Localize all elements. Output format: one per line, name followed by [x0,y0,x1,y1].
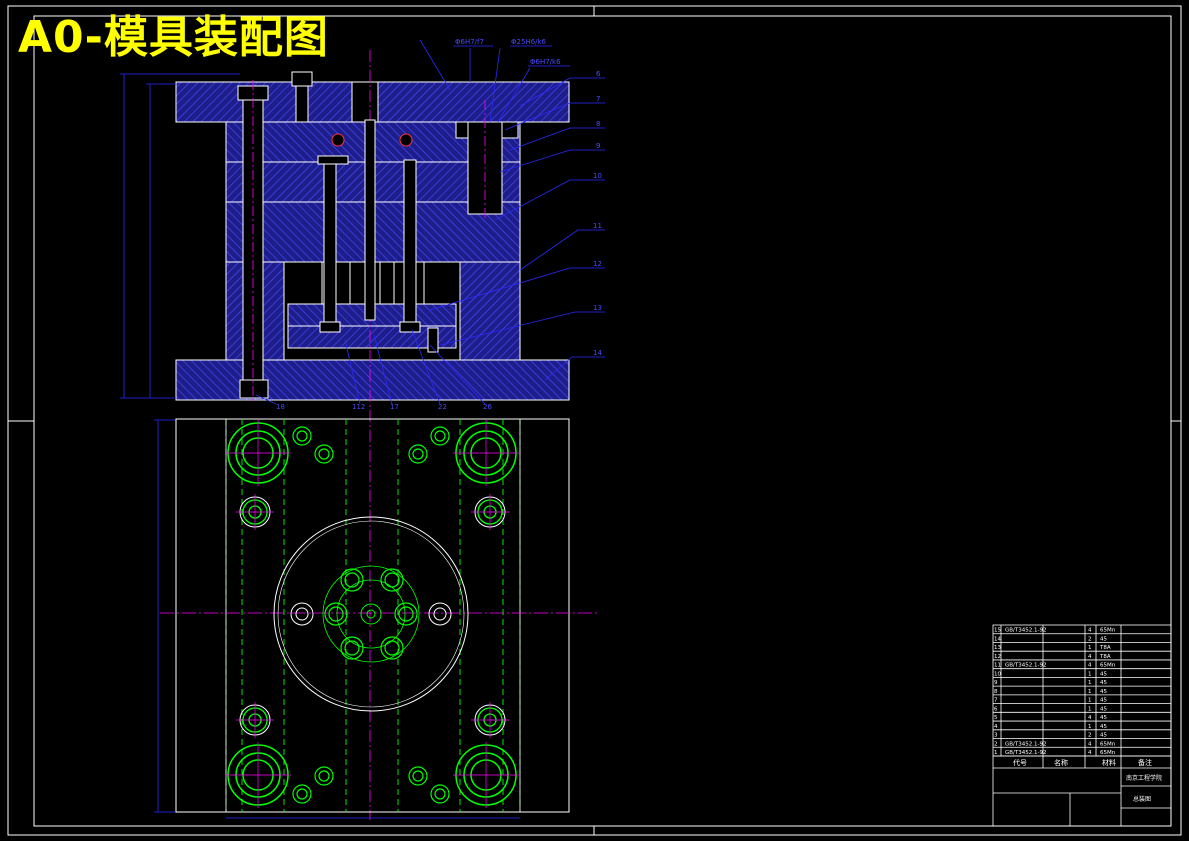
bom-row-qty: 4 [1088,654,1092,660]
bom-row-no: 11 [994,663,1001,669]
balloon-112: 112 [352,403,365,411]
bom-row-no: 9 [994,680,998,686]
bom-row-no: 13 [994,645,1001,651]
drawing-canvas: 15 GB/T3452.1-92 4 65Mn14 2 4513 1 T8A12 4 T8A11 G… [7,5,1182,836]
bom-row-material: T8A [1099,645,1111,651]
bottom-clamp-plate [175,359,570,401]
bom-row-material: 45 [1100,636,1107,642]
bom-row-qty: 1 [1088,671,1092,677]
bom-row-no: 5 [994,715,998,721]
balloons-right: 6 7 8 9 10 11 12 13 14 [593,70,602,357]
fit-label-2: Φ25H6/k6 [511,38,547,46]
bom-row-qty: 2 [1088,733,1092,739]
school-name: 南京工程学院 [1126,774,1162,782]
balloons-bottom: 18 112 17 22 26 [276,403,492,411]
bom-table: 15 GB/T3452.1-92 4 65Mn14 2 4513 1 T8A12 4 T8A11 G… [994,628,1162,803]
bom-row-qty: 4 [1088,628,1092,634]
bom-row-material: 45 [1100,733,1107,739]
bom-row-material: 45 [1100,706,1107,712]
bom-row-code: GB/T3452.1-92 [1005,741,1046,747]
bom-row-qty: 4 [1088,741,1092,747]
spacer-block-right [459,261,521,361]
bom-row-material: 45 [1100,698,1107,704]
bom-row-no: 12 [994,654,1001,660]
bom-row-code: GB/T3452.1-92 [1005,628,1046,634]
cavity-circle [273,516,469,712]
balloon-26: 26 [483,403,492,411]
bom-row-qty: 1 [1088,706,1092,712]
balloon-18: 18 [276,403,285,411]
bom-header-name: 名称 [1054,758,1068,767]
bom-header-material: 材料 [1102,758,1116,767]
bom-row-no: 2 [994,741,998,747]
bom-row-code: GB/T3452.1-92 [1005,663,1046,669]
bom-row-qty: 4 [1088,715,1092,721]
bom-row-no: 4 [994,724,998,730]
balloon-7: 7 [596,95,600,103]
balloon-10: 10 [593,172,602,180]
balloon-6: 6 [596,70,601,78]
bom-row-material: 45 [1100,724,1107,730]
bom-row-material: 45 [1100,671,1107,677]
bom-row-no: 3 [994,733,998,739]
bom-row-no: 1 [994,750,998,756]
bom-row-qty: 1 [1088,680,1092,686]
bom-row-material: 65Mn [1100,741,1116,747]
bom-row-qty: 1 [1088,689,1092,695]
balloon-9: 9 [596,142,600,150]
drawing-frame [7,5,1182,836]
bom-row-no: 15 [994,628,1001,634]
bom-row-qty: 1 [1088,724,1092,730]
balloon-17: 17 [390,403,399,411]
drawing-name: 总装图 [1133,795,1151,803]
bom-row-qty: 2 [1088,636,1092,642]
bom-row-no: 14 [994,636,1001,642]
plan-view [160,418,600,813]
bom-row-material: 65Mn [1100,663,1116,669]
bom-row-material: 65Mn [1100,628,1116,634]
balloon-8: 8 [596,120,600,128]
fit-label-3: Φ6H7/k6 [530,58,561,66]
bom-row-material: 45 [1100,715,1107,721]
bom-row-code: GB/T3452.1-92 [1005,750,1046,756]
bom-row-qty: 1 [1088,698,1092,704]
bom-header-code: 代号 [1013,758,1027,767]
drawing-title: A0-模具装配图 [18,12,329,63]
bom-row-no: 6 [994,706,998,712]
bom-row-no: 10 [994,671,1001,677]
fit-label-1: Φ6H7/f7 [455,38,484,46]
bom-row-material: 45 [1100,680,1107,686]
bom-row-qty: 4 [1088,750,1092,756]
bom-row-no: 8 [994,689,998,695]
bom-row-no: 7 [994,698,998,704]
balloon-12: 12 [593,260,602,268]
balloon-14: 14 [593,349,602,357]
balloon-11: 11 [593,222,602,230]
bom-row-material: T8A [1099,654,1111,660]
bom-header-note: 备注 [1138,758,1152,767]
balloon-13: 13 [593,304,602,312]
bom-row-material: 65Mn [1100,750,1116,756]
bom-row-qty: 1 [1088,645,1092,651]
bom-row-qty: 4 [1088,663,1092,669]
balloon-22: 22 [438,403,447,411]
plan-outline [175,418,570,813]
bom-row-material: 45 [1100,689,1107,695]
